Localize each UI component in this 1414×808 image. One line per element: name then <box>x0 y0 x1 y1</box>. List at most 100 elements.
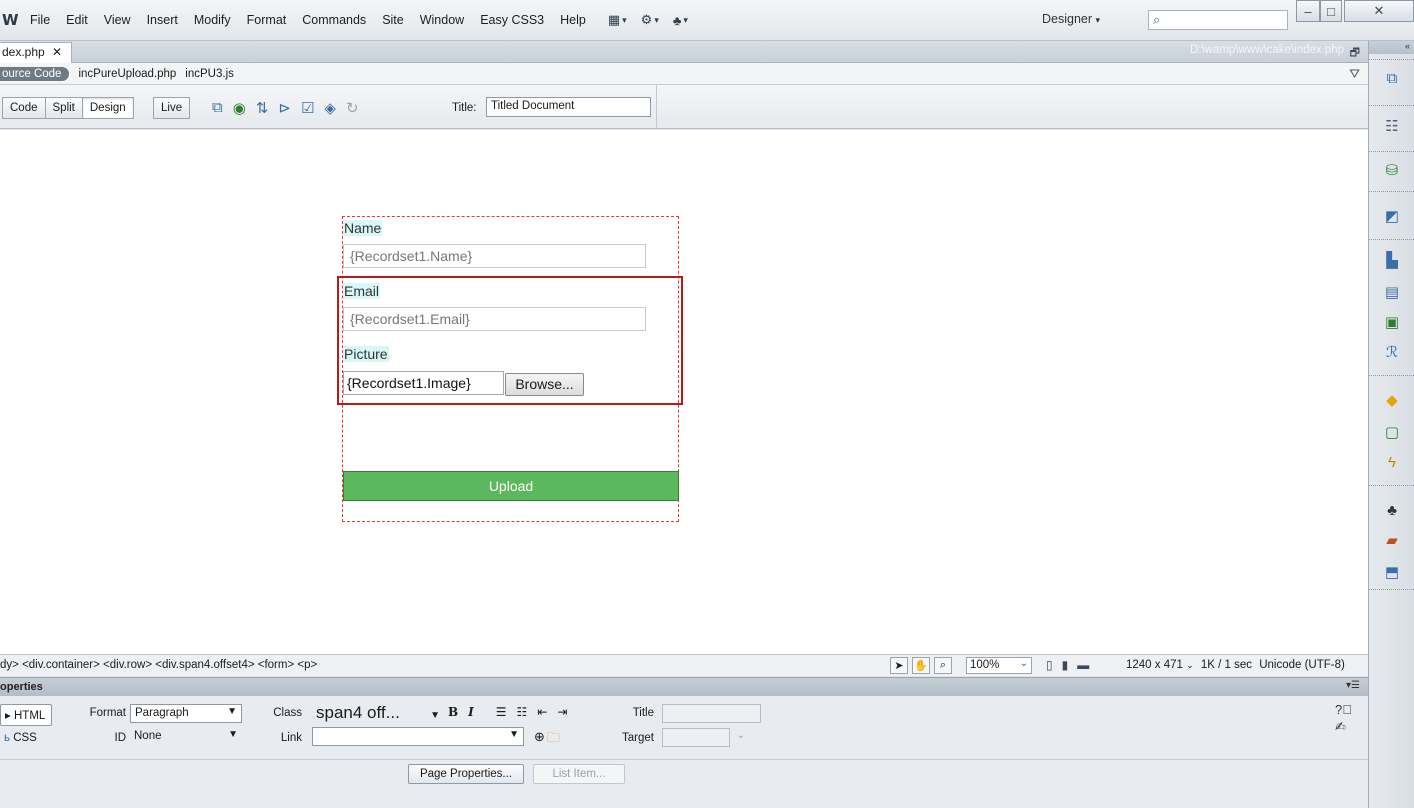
panel-grip[interactable] <box>1369 151 1414 152</box>
design-view-canvas[interactable]: Name {Recordset1.Name} Email {Recordset1… <box>0 130 1368 654</box>
window-dimensions[interactable]: 1240 x 471 <box>1126 659 1183 671</box>
css-styles-icon[interactable]: ☷ <box>1381 115 1403 137</box>
panel-grip[interactable] <box>1369 191 1414 192</box>
picture-file-input[interactable]: {Recordset1.Image} <box>343 371 504 395</box>
site-map-icon[interactable]: ♣ <box>1381 499 1403 521</box>
site-dropdown-icon[interactable]: ♣ ▾ <box>673 13 688 28</box>
title-attr-input[interactable] <box>662 704 761 723</box>
id-select[interactable]: None ▼ <box>130 728 242 747</box>
browse-button[interactable]: Browse... <box>505 373 584 396</box>
layout-dropdown-icon[interactable]: ▦ ▾ <box>608 12 627 28</box>
menu-view[interactable]: View <box>96 13 139 27</box>
snippets-icon[interactable]: ▢ <box>1381 421 1403 443</box>
files-icon[interactable]: ⛁ <box>1381 159 1403 181</box>
html-mode-button[interactable]: ▸ HTML <box>0 704 52 726</box>
hand-tool-icon[interactable]: ✋ <box>912 657 930 674</box>
bold-icon[interactable]: B <box>448 705 458 719</box>
format-select[interactable]: Paragraph ▼ <box>130 704 242 723</box>
related-file-item[interactable]: incPU3.js <box>185 68 234 80</box>
list-item-button[interactable]: List Item... <box>533 764 625 784</box>
help-search-input[interactable]: ⌕ <box>1148 10 1288 30</box>
filter-icon[interactable]: ⛛ <box>1349 66 1360 82</box>
behaviors-icon[interactable]: ϟ <box>1381 451 1403 473</box>
preview-browser-icon[interactable]: ◉ <box>233 99 246 117</box>
chevron-down-icon: ⌄ <box>1186 660 1194 670</box>
target-select[interactable]: ⌄ <box>662 728 745 747</box>
ordered-list-icon[interactable]: ☷ <box>517 705 528 719</box>
collapse-panels-icon[interactable]: « <box>1369 41 1414 54</box>
toolbar-divider <box>656 85 657 129</box>
point-to-file-icon[interactable]: ⊕ <box>534 729 545 751</box>
panel-grip[interactable] <box>1369 59 1414 60</box>
menu-easy-css3[interactable]: Easy CSS3 <box>472 13 552 27</box>
panel-grip[interactable] <box>1369 239 1414 240</box>
menu-format[interactable]: Format <box>239 13 295 27</box>
document-tab-label: dex.php <box>2 45 45 59</box>
insert-panel-icon[interactable]: ⧉ <box>1381 67 1403 89</box>
name-input[interactable]: {Recordset1.Name} <box>343 244 646 268</box>
select-tool-icon[interactable]: ➤ <box>890 657 908 674</box>
zoom-select[interactable]: 100% ⌄ <box>966 657 1032 674</box>
file-management-icon[interactable]: ⇅ <box>256 99 269 117</box>
italic-icon[interactable]: I <box>468 705 474 719</box>
menu-edit[interactable]: Edit <box>58 13 96 27</box>
workspace-switcher[interactable]: Designer ▾ <box>1042 12 1100 26</box>
assets-icon[interactable]: ◆ <box>1381 389 1403 411</box>
server-behaviors-icon[interactable]: ▣ <box>1381 311 1403 333</box>
source-code-tab[interactable]: ource Code <box>0 66 70 81</box>
tag-inspector-icon[interactable]: ⬒ <box>1381 561 1403 583</box>
toolbox-icon[interactable]: ▰ <box>1381 529 1403 551</box>
menu-window[interactable]: Window <box>412 13 472 27</box>
split-view-button[interactable]: Split <box>44 97 83 119</box>
tablet-size-icon[interactable]: ▮ <box>1062 658 1069 672</box>
zoom-tool-icon[interactable]: ⌕ <box>934 657 952 674</box>
databases-icon[interactable]: ▙ <box>1381 249 1403 271</box>
multiscreen-icon[interactable]: ⧉ <box>212 99 223 117</box>
document-tab[interactable]: dex.php ✕ <box>0 42 72 63</box>
css-mode-button[interactable]: ь CSS <box>0 729 41 751</box>
help-icon[interactable]: ?⃝ <box>1335 702 1352 717</box>
visual-aids-icon[interactable]: ◈ <box>324 99 336 117</box>
panel-grip[interactable] <box>1369 375 1414 376</box>
minimize-button[interactable]: – <box>1296 0 1320 22</box>
desktop-size-icon[interactable]: ▬ <box>1077 658 1089 672</box>
link-input[interactable]: ▼ <box>312 727 524 746</box>
menu-commands[interactable]: Commands <box>294 13 374 27</box>
close-tab-icon[interactable]: ✕ <box>52 45 62 59</box>
live-view-button[interactable]: Live <box>153 97 191 119</box>
panel-menu-icon[interactable]: ▾☰ <box>1346 680 1360 691</box>
menu-insert[interactable]: Insert <box>139 13 186 27</box>
menu-site[interactable]: Site <box>374 13 412 27</box>
tag-selector[interactable]: dy> <div.container> <div.row> <div.span4… <box>0 659 317 671</box>
outdent-icon[interactable]: ⇤ <box>537 705 547 719</box>
components-icon[interactable]: ℛ <box>1381 341 1403 363</box>
close-button[interactable]: ✕ <box>1344 0 1414 22</box>
restore-icon[interactable]: 🗗 <box>1350 44 1360 63</box>
email-input[interactable]: {Recordset1.Email} <box>343 307 646 331</box>
indent-icon[interactable]: ⇥ <box>557 705 567 719</box>
bindings-icon[interactable]: ▤ <box>1381 281 1403 303</box>
check-browser-icon[interactable]: ☑ <box>301 99 314 117</box>
quick-tag-editor-icon[interactable]: ✍ <box>1335 719 1352 735</box>
page-properties-button[interactable]: Page Properties... <box>408 764 524 784</box>
related-file-item[interactable]: incPureUpload.php <box>78 68 176 80</box>
design-view-button[interactable]: Design <box>81 97 134 119</box>
refresh-icon[interactable]: ↻ <box>346 99 359 117</box>
extend-dropdown-icon[interactable]: ⚙ ▾ <box>641 12 659 28</box>
menu-file[interactable]: File <box>22 13 58 27</box>
code-view-button[interactable]: Code <box>2 97 46 119</box>
mobile-size-icon[interactable]: ▯ <box>1046 658 1053 672</box>
panel-grip[interactable] <box>1369 485 1414 486</box>
panel-grip[interactable] <box>1369 105 1414 106</box>
jquery-icon[interactable]: ◩ <box>1381 205 1403 227</box>
menu-help[interactable]: Help <box>552 13 594 27</box>
w3c-validation-icon[interactable]: ⊳ <box>278 99 291 117</box>
document-title-input[interactable]: Titled Document <box>486 97 651 117</box>
status-bar: dy> <div.container> <div.row> <div.span4… <box>0 654 1368 676</box>
upload-button[interactable]: Upload <box>343 471 679 501</box>
folder-icon[interactable]: 🗀 <box>547 729 560 751</box>
menu-modify[interactable]: Modify <box>186 13 239 27</box>
unordered-list-icon[interactable]: ☰ <box>496 705 507 719</box>
class-select[interactable]: span4 off... ▼ <box>312 704 444 723</box>
maximize-button[interactable]: □ <box>1320 0 1342 22</box>
